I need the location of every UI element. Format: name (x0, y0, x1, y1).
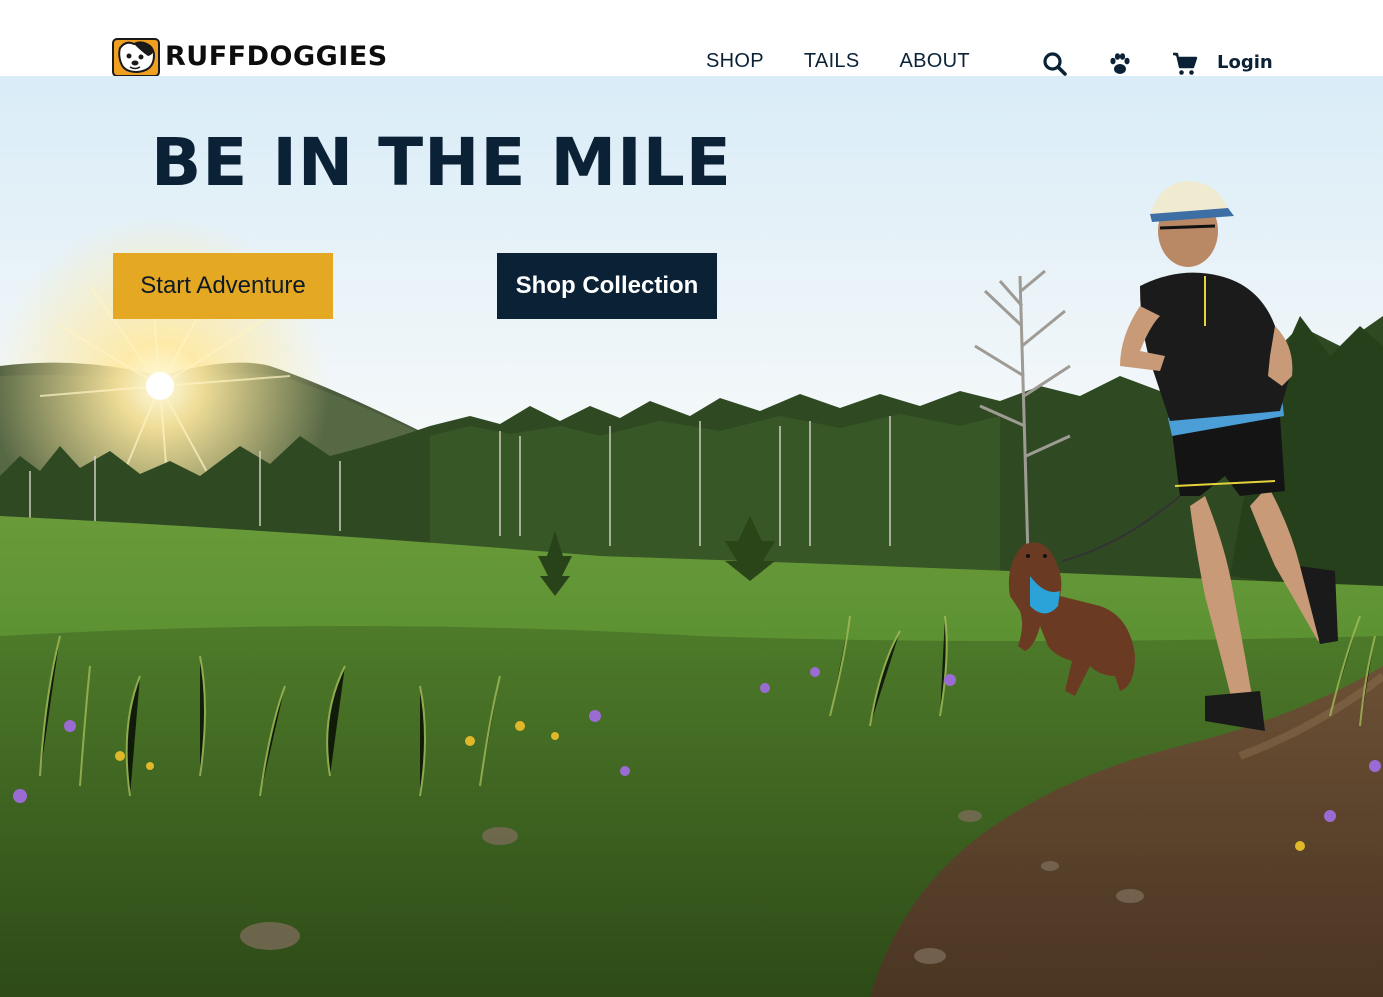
dog-logo-icon (112, 38, 160, 76)
start-adventure-button[interactable]: Start Adventure (113, 253, 333, 319)
landing-page: RUFFDOGGIES SHOP TAILS ABOUT Login BE IN… (0, 0, 1383, 997)
main-nav: SHOP TAILS ABOUT (706, 50, 970, 73)
search-button[interactable] (1041, 50, 1069, 78)
nav-item-tails[interactable]: TAILS (804, 50, 860, 73)
hero-image (0, 76, 1383, 997)
hero-headline: BE IN THE MILE (151, 124, 732, 201)
nav-item-about[interactable]: ABOUT (899, 50, 969, 73)
paw-icon (1110, 53, 1130, 74)
shop-collection-button[interactable]: Shop Collection (497, 253, 717, 319)
brand-logo[interactable]: RUFFDOGGIES (112, 38, 388, 76)
brand-name: RUFFDOGGIES (165, 41, 388, 72)
cart-icon (1173, 52, 1198, 75)
nav-item-shop[interactable]: SHOP (706, 50, 764, 73)
cart-button[interactable] (1170, 50, 1200, 78)
search-icon (1043, 52, 1067, 76)
paw-button[interactable] (1106, 50, 1134, 78)
site-header: RUFFDOGGIES SHOP TAILS ABOUT Login (0, 0, 1383, 76)
login-link[interactable]: Login (1217, 52, 1273, 73)
hero-section: BE IN THE MILE Start Adventure Shop Coll… (0, 76, 1383, 997)
